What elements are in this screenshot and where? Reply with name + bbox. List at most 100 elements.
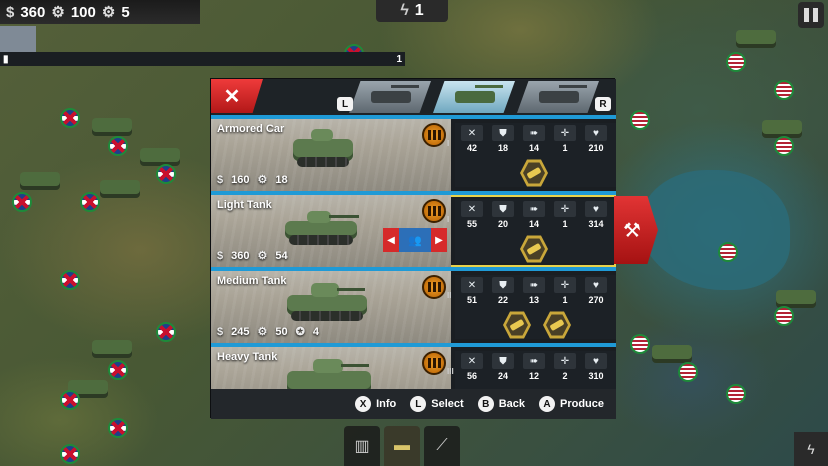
pause-icon [804,8,809,22]
pause-icon-bar [813,8,818,22]
map-unit[interactable] [776,290,816,304]
rank-label: II [447,291,452,300]
dialog-header: ✕ L R [211,79,616,115]
wheels [297,157,349,167]
lightning-icon: ϟ [400,2,409,19]
tech-value: 5 [121,3,130,21]
unit-name: Medium Tank [217,275,287,287]
close-button[interactable]: ✕ [211,79,263,113]
map-unit[interactable] [762,120,802,134]
heart-icon: ♥ [585,277,607,293]
unit-name: Armored Car [217,123,285,135]
tank-button[interactable]: ▬ [384,426,420,466]
info-button[interactable]: X Info [355,396,396,412]
shoulder-left-button[interactable]: L [337,97,353,111]
unit-row-armored-car[interactable]: Armored Car $160 ⚙ 18 I ✕ 42 ⛊ 18 ➠ 14 ✛ 1 ♥ 2… [211,119,616,191]
tech-cost: 4 [312,325,319,338]
chevron-left-icon[interactable]: ◀ [383,228,399,252]
hammer-wrench-icon: ⚒ [623,219,641,242]
gun [341,364,369,367]
unit-list[interactable]: Armored Car $160 ⚙ 18 I ✕ 42 ⛊ 18 ➠ 14 ✛ 1 ♥ 2… [211,119,616,389]
medium-tank-image [287,283,367,321]
industry-value: 100 [70,3,96,21]
l-button-icon: L [410,396,427,412]
turn-counter: ϟ 1 [376,0,448,22]
skill-hex-icon[interactable] [520,235,548,263]
select-button[interactable]: L Select [410,396,464,412]
pause-button[interactable] [798,2,824,28]
commander-panel[interactable]: $45⚙15✪2✚12▮1 [0,26,405,66]
end-turn-button[interactable]: ϟ [794,432,828,466]
map-unit[interactable] [92,118,132,132]
unit-cost: $360 ⚙ 54 [217,249,288,263]
x-button-icon: X [355,396,372,412]
crossed-swords-icon: ✕ [461,125,483,141]
turret [307,211,331,223]
unit-stats: ✕ 55 ⛊ 20 ➠ 14 ✛ 1 ♥ 314 [455,199,616,263]
range-value: 1 [562,295,568,305]
us-flag-icon [774,306,794,326]
artillery-tab[interactable] [517,81,599,113]
turret [311,129,333,141]
uk-flag-icon [108,136,128,156]
shoulder-right-button[interactable]: R [595,97,611,111]
tech-icon: ✪ [295,326,305,338]
range-value: 1 [562,219,568,229]
crosshair-icon: ✛ [554,353,576,369]
skill-hex-icon[interactable] [543,311,571,339]
rank-badge [422,199,446,223]
map-unit[interactable] [100,180,140,194]
crosshair-icon: ✛ [554,277,576,293]
tech-gear-icon: ⚙ [101,4,116,21]
skill-hex-icon[interactable] [503,311,531,339]
crossed-swords-icon: ✕ [461,277,483,293]
hp-value: 314 [588,219,604,229]
movement-icon: ➠ [523,125,545,141]
movement-icon: ➠ [523,277,545,293]
money-icon: $ [217,173,224,186]
money-cost: 160 [231,173,250,186]
us-flag-icon [726,52,746,72]
map-unit[interactable] [736,30,776,44]
us-flag-icon [774,80,794,100]
gun [337,288,365,291]
wheels [289,235,353,245]
artillery-button[interactable]: ⟋ [424,426,460,466]
production-dialog: ✕ L R Armored Car $160 ⚙ 18 I ✕ 42 ⛊ 18 … [210,78,616,419]
rank-label: I [447,139,450,148]
unit-stats: ✕ 56 ⛊ 24 ➠ 12 ✛ 2 ♥ 310 [455,351,616,389]
wheels [291,311,363,321]
infantry-tab[interactable] [349,81,431,113]
produce-button[interactable]: A Produce [538,396,604,412]
back-button[interactable]: B Back [477,396,525,412]
commander-portrait[interactable] [0,26,36,52]
map-unit[interactable] [140,148,180,162]
money-icon: $ [217,325,224,338]
heart-icon: ♥ [585,353,607,369]
us-flag-icon [630,334,650,354]
unit-row-heavy-tank[interactable]: Heavy Tank III ✕ 56 ⛊ 24 ➠ 12 ✛ 2 ♥ 310 [211,347,616,389]
chevron-right-icon[interactable]: ▶ [431,228,447,252]
map-unit[interactable] [92,340,132,354]
unit-cost: $245 ⚙ 50 ✪ 4 [217,325,319,339]
quantity-selector[interactable]: ◀ 👥 ▶ [383,228,447,252]
a-button-icon: A [538,396,555,412]
industry-cost: 50 [275,325,288,338]
map-unit[interactable] [20,172,60,186]
button-hints: X Info L Select B Back A Produce [211,389,616,419]
uk-flag-icon [156,322,176,342]
industry-cost: 18 [275,173,288,186]
tank-icon [455,85,503,103]
city-button[interactable]: ▥ [344,426,380,466]
map-unit[interactable] [652,345,692,359]
skill-hex-icon[interactable] [520,159,548,187]
unit-row-light-tank[interactable]: Light Tank $360 ⚙ 54 ◀ 👥 ▶ I ✕ 55 ⛊ 20 ➠ 14 … [211,195,616,267]
range-value: 1 [562,143,568,153]
turret [313,359,343,373]
armored-car-image [293,129,353,167]
side-stat-value: 1 [396,53,402,65]
movement-value: 12 [528,371,539,381]
unit-row-medium-tank[interactable]: Medium Tank $245 ⚙ 50 ✪ 4 II ✕ 51 ⛊ 22 ➠ 13 ✛… [211,271,616,343]
rank-badge [422,123,446,147]
tank-tab[interactable] [433,81,515,113]
